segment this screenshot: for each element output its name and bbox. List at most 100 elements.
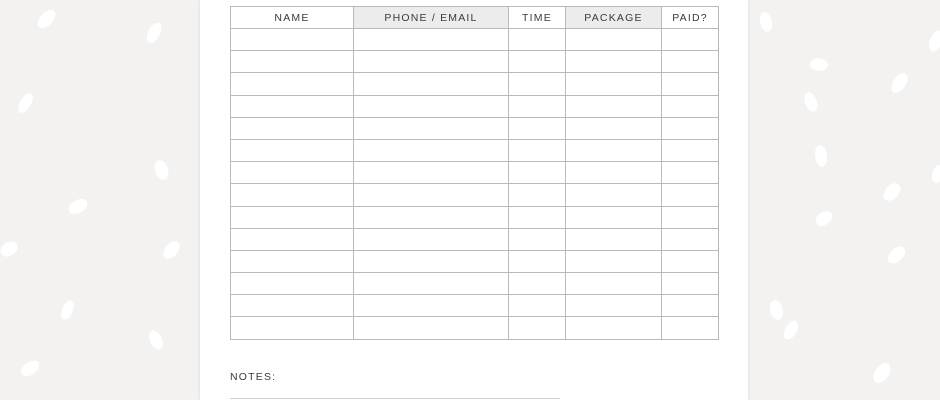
table-cell-name[interactable]: [230, 227, 354, 251]
table-cell-time[interactable]: [508, 272, 566, 296]
petal-decoration: [930, 164, 940, 184]
table-cell-package[interactable]: [565, 205, 662, 229]
table-cell-paid[interactable]: [661, 72, 719, 96]
table-cell-time[interactable]: [508, 161, 566, 185]
table-cell-package[interactable]: [565, 116, 662, 140]
table-cell-time[interactable]: [508, 116, 566, 140]
table-cell-phone-email[interactable]: [353, 138, 509, 163]
table-cell-paid[interactable]: [661, 116, 719, 140]
table-cell-phone-email[interactable]: [353, 294, 509, 318]
table-cell-package[interactable]: [565, 183, 662, 207]
table-cell-time[interactable]: [508, 205, 566, 229]
table-cell-name[interactable]: [230, 249, 354, 274]
table-cell-name[interactable]: [230, 27, 354, 52]
petal-decoration: [160, 238, 183, 262]
column-header-package: PACKAGE: [565, 6, 662, 29]
table-cell-time[interactable]: [508, 138, 566, 163]
table-cell-time[interactable]: [508, 316, 566, 340]
table-cell-paid[interactable]: [661, 227, 719, 251]
notes-line: [230, 398, 560, 399]
table-cell-phone-email[interactable]: [353, 183, 509, 207]
petal-decoration: [144, 20, 164, 46]
table-row: [230, 161, 719, 185]
table-cell-package[interactable]: [565, 227, 662, 251]
column-header-phone-email: PHONE / EMAIL: [353, 6, 509, 29]
petal-decoration: [781, 318, 801, 342]
table-cell-phone-email[interactable]: [353, 116, 509, 140]
table-cell-package[interactable]: [565, 27, 662, 52]
table-cell-time[interactable]: [508, 72, 566, 96]
table-cell-phone-email[interactable]: [353, 50, 509, 74]
table-row: [230, 316, 719, 340]
table-cell-package[interactable]: [565, 50, 662, 74]
table-cell-package[interactable]: [565, 94, 662, 118]
table-cell-paid[interactable]: [661, 249, 719, 274]
table-header-row: NAME PHONE / EMAIL TIME PACKAGE PAID?: [230, 6, 719, 29]
table-cell-time[interactable]: [508, 94, 566, 118]
table-cell-time[interactable]: [508, 227, 566, 251]
table-cell-name[interactable]: [230, 205, 354, 229]
signup-table: NAME PHONE / EMAIL TIME PACKAGE PAID?: [230, 6, 719, 340]
petal-decoration: [871, 360, 893, 386]
table-cell-time[interactable]: [508, 294, 566, 318]
table-cell-phone-email[interactable]: [353, 161, 509, 185]
table-cell-paid[interactable]: [661, 272, 719, 296]
table-cell-paid[interactable]: [661, 294, 719, 318]
table-cell-phone-email[interactable]: [353, 272, 509, 296]
table-cell-name[interactable]: [230, 94, 354, 118]
table-row: [230, 183, 719, 207]
table-cell-phone-email[interactable]: [353, 72, 509, 96]
table-cell-name[interactable]: [230, 138, 354, 163]
table-cell-package[interactable]: [565, 294, 662, 318]
table-cell-phone-email[interactable]: [353, 249, 509, 274]
table-cell-paid[interactable]: [661, 205, 719, 229]
table-cell-phone-email[interactable]: [353, 94, 509, 118]
table-cell-name[interactable]: [230, 294, 354, 318]
petal-decoration: [885, 243, 908, 267]
table-cell-name[interactable]: [230, 316, 354, 340]
petal-decoration: [59, 298, 76, 322]
table-cell-package[interactable]: [565, 249, 662, 274]
table-cell-paid[interactable]: [661, 161, 719, 185]
table-cell-paid[interactable]: [661, 50, 719, 74]
table-cell-package[interactable]: [565, 316, 662, 340]
petal-decoration: [15, 90, 36, 116]
petal-decoration: [766, 298, 787, 322]
column-header-name: NAME: [230, 6, 354, 29]
table-row: [230, 294, 719, 318]
table-cell-package[interactable]: [565, 138, 662, 163]
petal-decoration: [880, 179, 904, 205]
table-cell-paid[interactable]: [661, 94, 719, 118]
table-cell-name[interactable]: [230, 72, 354, 96]
column-header-time: TIME: [508, 6, 566, 29]
table-cell-time[interactable]: [508, 50, 566, 74]
table-cell-time[interactable]: [508, 183, 566, 207]
table-cell-name[interactable]: [230, 116, 354, 140]
table-cell-phone-email[interactable]: [353, 27, 509, 52]
petal-decoration: [812, 143, 830, 169]
petal-decoration: [800, 90, 822, 114]
table-cell-phone-email[interactable]: [353, 316, 509, 340]
column-header-paid: PAID?: [661, 6, 719, 29]
table-cell-package[interactable]: [565, 161, 662, 185]
table-cell-package[interactable]: [565, 272, 662, 296]
table-cell-paid[interactable]: [661, 138, 719, 163]
printable-sheet: NAME PHONE / EMAIL TIME PACKAGE PAID? NO…: [200, 0, 748, 400]
table-cell-name[interactable]: [230, 183, 354, 207]
table-row: [230, 138, 719, 163]
table-cell-paid[interactable]: [661, 183, 719, 207]
petal-decoration: [756, 10, 776, 34]
table-cell-paid[interactable]: [661, 27, 719, 52]
table-cell-name[interactable]: [230, 272, 354, 296]
table-cell-phone-email[interactable]: [353, 205, 509, 229]
table-cell-time[interactable]: [508, 249, 566, 274]
table-cell-time[interactable]: [508, 27, 566, 52]
table-body: [230, 27, 719, 340]
table-cell-name[interactable]: [230, 161, 354, 185]
table-cell-package[interactable]: [565, 72, 662, 96]
table-cell-paid[interactable]: [661, 316, 719, 340]
table-cell-phone-email[interactable]: [353, 227, 509, 251]
table-row: [230, 249, 719, 274]
petal-decoration: [150, 158, 173, 182]
table-cell-name[interactable]: [230, 50, 354, 74]
